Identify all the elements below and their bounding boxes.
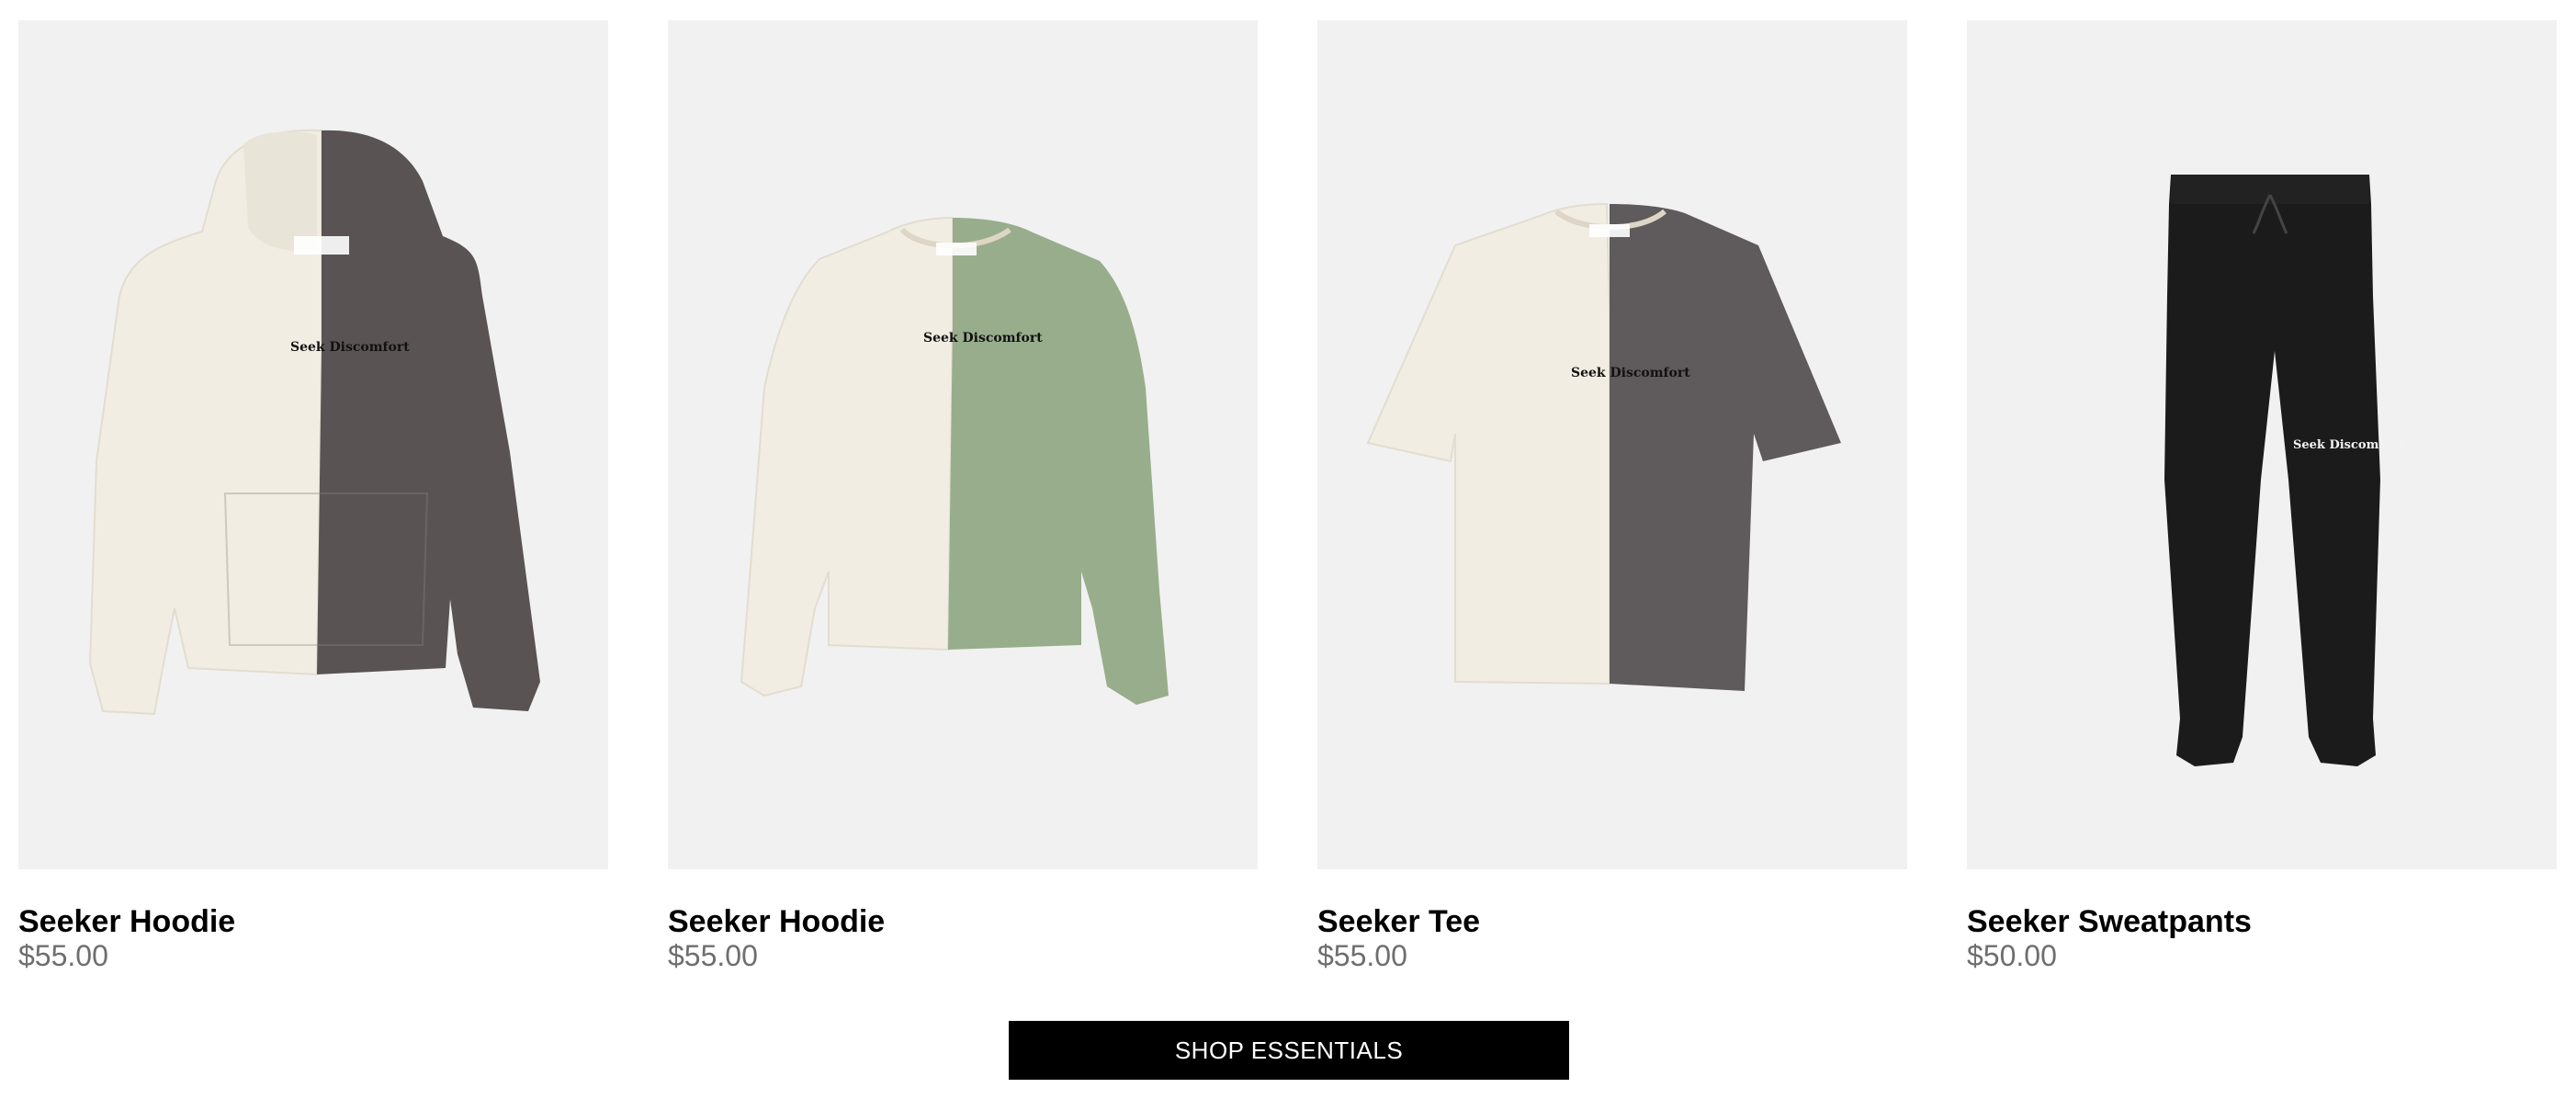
product-card-hoodie-grey[interactable]: Seek Discomfort Seeker Hoodie $55.00: [18, 20, 608, 972]
crewneck-illustration: Seek Discomfort: [740, 216, 1169, 705]
product-price: $55.00: [1317, 939, 1407, 972]
product-card-sweatpants-black[interactable]: Seek Discomfort Seeker Sweatpants $50.00: [1967, 20, 2557, 972]
sweatpants-body: [2164, 175, 2380, 766]
hoodie-illustration: Seek Discomfort: [88, 129, 540, 716]
crewneck-left-half: [740, 216, 954, 697]
print-text: Seek Discomfort: [1571, 366, 1690, 380]
product-price: $55.00: [668, 939, 758, 972]
tee-illustration: Seek Discomfort: [1366, 202, 1841, 691]
product-image[interactable]: Seek Discomfort: [1967, 20, 2557, 869]
product-grid: Seek Discomfort Seeker Hoodie $55.00 See…: [18, 20, 2558, 972]
tee-left-half: [1366, 202, 1610, 685]
tee-right-half: [1610, 204, 1841, 691]
product-price: $55.00: [18, 939, 108, 972]
hoodie-right-half: [317, 130, 540, 712]
product-card-crewneck-green[interactable]: Seek Discomfort Seeker Hoodie $55.00: [668, 20, 1258, 972]
shop-essentials-button[interactable]: SHOP ESSENTIALS: [1009, 1021, 1569, 1080]
product-name[interactable]: Seeker Tee: [1317, 904, 1907, 939]
product-card-tee-grey[interactable]: Seek Discomfort Seeker Tee $55.00: [1317, 20, 1907, 972]
print-text: Seek Discomfort: [290, 340, 410, 355]
product-image[interactable]: Seek Discomfort: [1317, 20, 1907, 869]
sweatpants-illustration: Seek Discomfort: [2164, 175, 2403, 766]
crewneck-right-half: [948, 218, 1169, 705]
product-name[interactable]: Seeker Sweatpants: [1967, 904, 2557, 939]
product-name[interactable]: Seeker Hoodie: [668, 904, 1258, 939]
product-name[interactable]: Seeker Hoodie: [18, 904, 608, 939]
print-text: Seek Discomfort: [2293, 438, 2403, 452]
product-image[interactable]: Seek Discomfort: [668, 20, 1258, 869]
print-text: Seek Discomfort: [923, 331, 1043, 346]
product-image[interactable]: Seek Discomfort: [18, 20, 608, 869]
product-price: $50.00: [1967, 939, 2057, 972]
